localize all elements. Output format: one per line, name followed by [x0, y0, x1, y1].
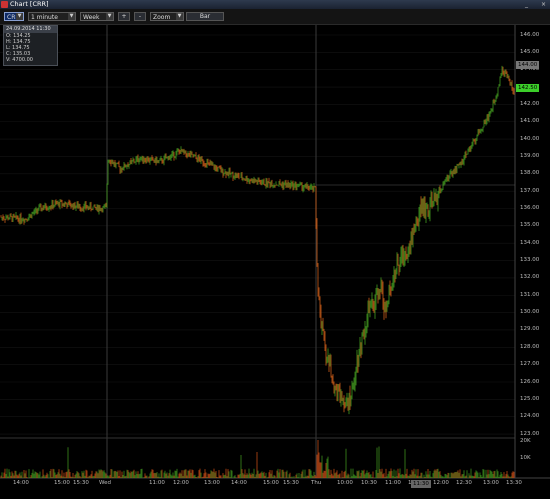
- time-tick-label: 15:00: [263, 480, 279, 486]
- chevron-down-icon[interactable]: ▼: [68, 13, 75, 20]
- interval-select[interactable]: 1 minute ▼: [28, 12, 76, 21]
- time-tick-label: 13:00: [483, 480, 499, 486]
- time-tick-label: 12:30: [456, 480, 472, 486]
- time-tick-label: 11:00: [149, 480, 165, 486]
- time-tick-label: 13:00: [204, 480, 220, 486]
- time-tick-label: 11:00: [385, 480, 401, 486]
- price-tick-label: 124.00: [520, 413, 540, 420]
- time-tick-label: 10:00: [337, 480, 353, 486]
- price-tick-label: 133.00: [520, 257, 540, 264]
- range-value: Week: [83, 14, 100, 21]
- zoom-value: Zoom: [153, 14, 171, 21]
- high-price-tag: 144.00: [516, 61, 540, 69]
- price-tick-label: 140.00: [520, 135, 540, 142]
- time-tick-label: 12:00: [173, 480, 189, 486]
- crosshair-time-tag: 11:30: [411, 480, 431, 488]
- price-tick-label: 129.00: [520, 326, 540, 333]
- time-tick-label: 15:00: [54, 480, 70, 486]
- chart-plot-area[interactable]: [0, 25, 550, 499]
- chevron-down-icon[interactable]: ▼: [16, 13, 23, 20]
- price-tick-label: 146.00: [520, 31, 540, 38]
- plot-background: [0, 25, 550, 499]
- volume-tick-label: 10K: [520, 454, 531, 461]
- symbol-select[interactable]: CRR ▼: [4, 12, 24, 21]
- interval-value: 1 minute: [31, 14, 58, 21]
- time-tick-label: Wed: [99, 480, 111, 486]
- price-tick-label: 138.00: [520, 170, 540, 177]
- volume-tick-label: 20K: [520, 437, 531, 444]
- range-select[interactable]: Week ▼: [80, 12, 114, 21]
- zoom-select[interactable]: Zoom ▼: [150, 12, 184, 21]
- time-tick-label: 10:30: [361, 480, 377, 486]
- info-timestamp: 24.09.2014 11:30: [4, 26, 57, 33]
- price-tick-label: 136.00: [520, 205, 540, 211]
- chevron-down-icon[interactable]: ▼: [106, 13, 113, 20]
- chart-toolbar: CRR ▼ 1 minute ▼ Week ▼ + - Zoom ▼ Bar: [0, 9, 550, 25]
- price-tick-label: 142.00: [520, 100, 540, 107]
- chevron-down-icon[interactable]: ▼: [176, 13, 183, 20]
- current-price-tag: 142.50: [516, 84, 540, 92]
- time-tick-label: Thu: [311, 480, 322, 486]
- window-titlebar: Chart [CRR] _ ×: [0, 0, 550, 9]
- time-tick-label: 14:00: [13, 480, 29, 486]
- minimize-button[interactable]: _: [523, 1, 530, 8]
- price-tick-label: 130.00: [520, 309, 540, 316]
- price-tick-label: 137.00: [520, 187, 540, 194]
- price-tick-label: 135.00: [520, 222, 540, 229]
- zoom-out-button[interactable]: -: [134, 12, 146, 21]
- time-tick-label: 14:00: [231, 480, 247, 486]
- price-tick-label: 132.00: [520, 274, 540, 281]
- price-tick-label: 123.00: [520, 430, 540, 437]
- price-tick-label: 131.00: [520, 291, 540, 298]
- price-tick-label: 139.00: [520, 152, 540, 159]
- time-tick-label: 12:00: [433, 480, 449, 486]
- price-tick-label: 141.00: [520, 118, 540, 125]
- time-tick-label: 15:30: [283, 480, 299, 486]
- ohlc-info-panel: 24.09.2014 11:30 O: 134.25 H: 134.75 L: …: [3, 25, 58, 66]
- info-volume: V: 4700.00: [6, 57, 33, 63]
- price-tick-label: 145.00: [520, 48, 540, 55]
- close-button[interactable]: ×: [540, 1, 547, 8]
- time-tick-label: 15:30: [73, 480, 89, 486]
- time-tick-label: 13:30: [506, 480, 522, 486]
- zoom-in-button[interactable]: +: [118, 12, 130, 21]
- price-tick-label: 128.00: [520, 343, 540, 350]
- window-title: Chart [CRR]: [10, 0, 49, 8]
- price-tick-label: 127.00: [520, 361, 540, 368]
- app-icon: [1, 1, 8, 8]
- price-tick-label: 134.00: [520, 239, 540, 246]
- bar-style-button[interactable]: Bar: [186, 12, 224, 21]
- price-tick-label: 126.00: [520, 378, 540, 385]
- price-tick-label: 125.00: [520, 395, 540, 402]
